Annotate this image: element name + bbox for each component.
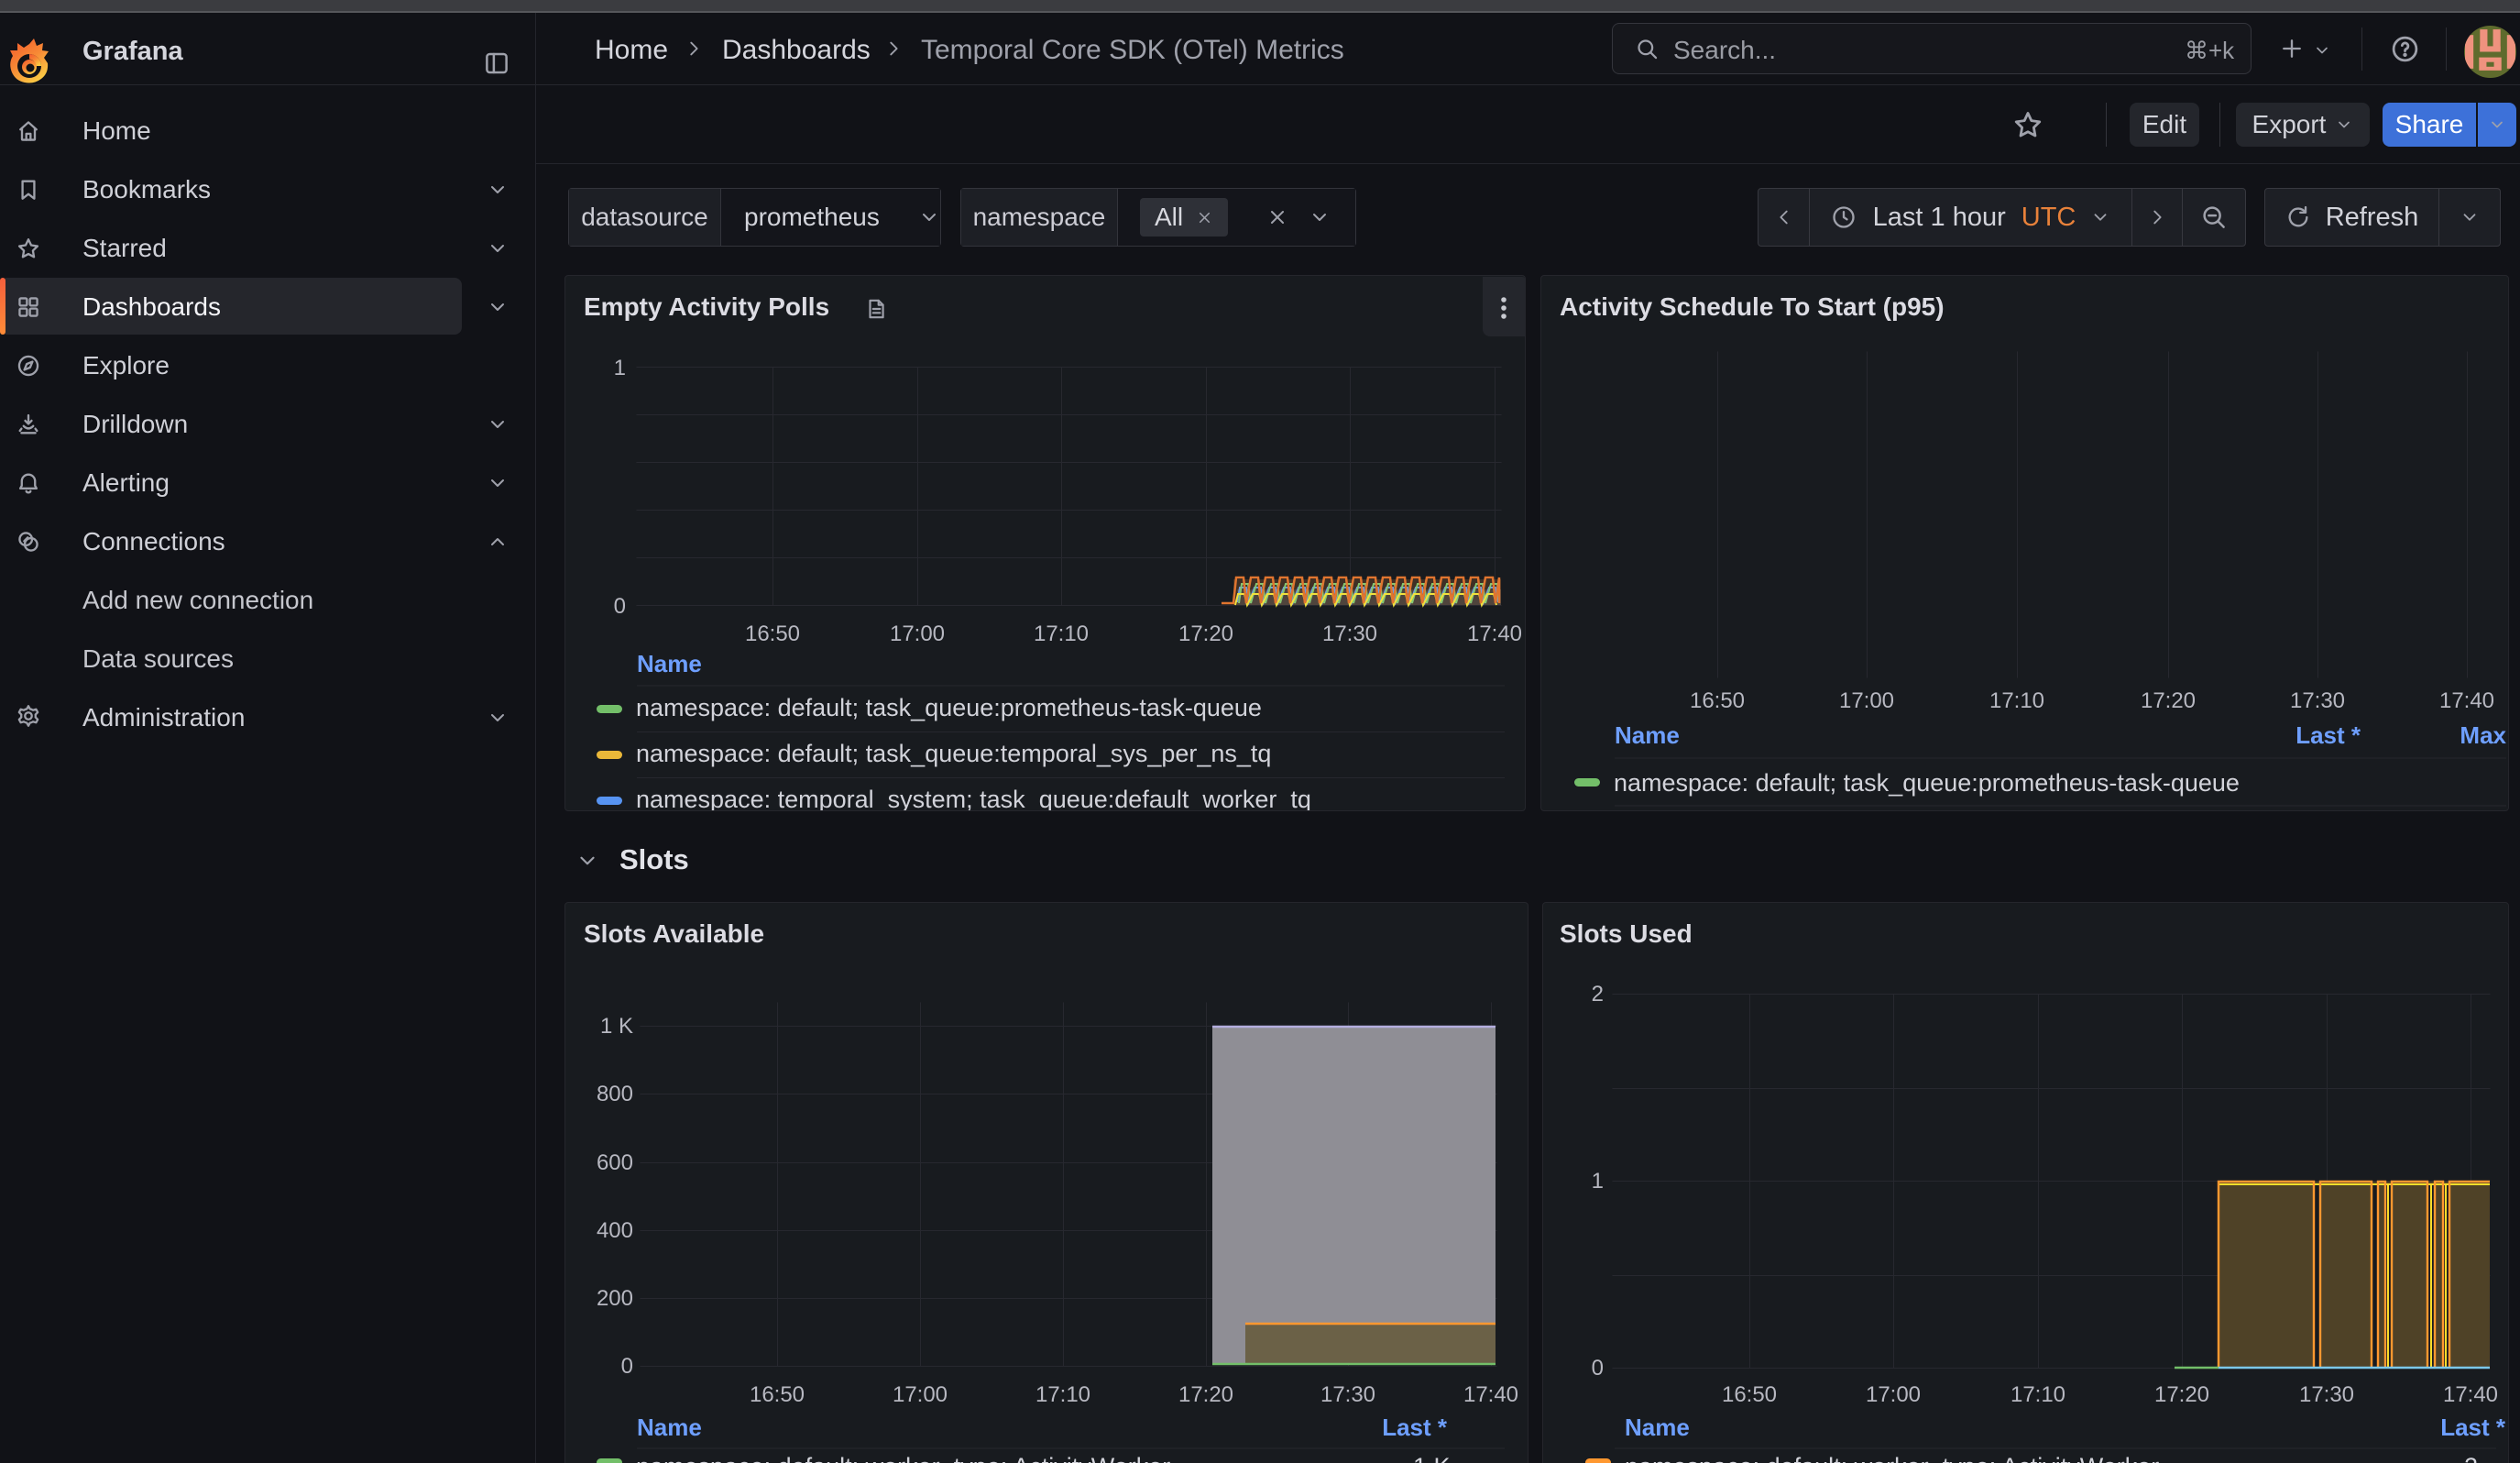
- svg-text:17:00: 17:00: [1839, 688, 1894, 713]
- svg-text:17:20: 17:20: [1178, 1382, 1233, 1407]
- svg-text:400: 400: [597, 1218, 633, 1243]
- svg-text:Name: Name: [637, 650, 702, 677]
- svg-text:Last *: Last *: [1382, 1414, 1448, 1441]
- svg-text:2: 2: [1592, 982, 1604, 1006]
- svg-text:0: 0: [621, 1354, 633, 1379]
- svg-text:Name: Name: [1615, 721, 1680, 749]
- svg-text:17:10: 17:10: [2011, 1382, 2065, 1407]
- svg-text:17:20: 17:20: [2141, 688, 2196, 713]
- svg-text:17:40: 17:40: [2439, 688, 2494, 713]
- svg-text:17:00: 17:00: [893, 1382, 948, 1407]
- svg-text:17:10: 17:10: [1035, 1382, 1090, 1407]
- svg-text:1: 1: [614, 356, 626, 380]
- svg-text:17:40: 17:40: [1463, 1382, 1518, 1407]
- svg-text:17:40: 17:40: [1467, 622, 1522, 646]
- svg-text:17:10: 17:10: [1034, 622, 1089, 646]
- svg-text:16:50: 16:50: [750, 1382, 805, 1407]
- svg-text:17:30: 17:30: [2290, 688, 2345, 713]
- svg-text:0: 0: [614, 594, 626, 619]
- svg-text:Max: Max: [2460, 721, 2506, 749]
- svg-text:800: 800: [597, 1082, 633, 1106]
- svg-text:Last *: Last *: [2440, 1414, 2506, 1441]
- svg-text:1 K: 1 K: [600, 1014, 633, 1039]
- svg-text:17:30: 17:30: [2299, 1382, 2354, 1407]
- svg-text:17:20: 17:20: [1178, 622, 1233, 646]
- svg-text:17:40: 17:40: [2443, 1382, 2498, 1407]
- svg-text:16:50: 16:50: [1690, 688, 1745, 713]
- svg-text:17:00: 17:00: [890, 622, 945, 646]
- svg-text:Last *: Last *: [2295, 721, 2361, 749]
- svg-text:17:00: 17:00: [1866, 1382, 1921, 1407]
- svg-text:17:30: 17:30: [1320, 1382, 1375, 1407]
- svg-text:Name: Name: [1625, 1414, 1690, 1441]
- svg-text:16:50: 16:50: [745, 622, 800, 646]
- svg-text:Name: Name: [637, 1414, 702, 1441]
- svg-text:17:30: 17:30: [1322, 622, 1377, 646]
- svg-text:600: 600: [597, 1150, 633, 1175]
- svg-text:17:10: 17:10: [1989, 688, 2044, 713]
- svg-text:16:50: 16:50: [1722, 1382, 1777, 1407]
- svg-text:17:20: 17:20: [2154, 1382, 2209, 1407]
- svg-text:0: 0: [1592, 1356, 1604, 1380]
- svg-text:1: 1: [1592, 1169, 1604, 1194]
- svg-text:200: 200: [597, 1286, 633, 1311]
